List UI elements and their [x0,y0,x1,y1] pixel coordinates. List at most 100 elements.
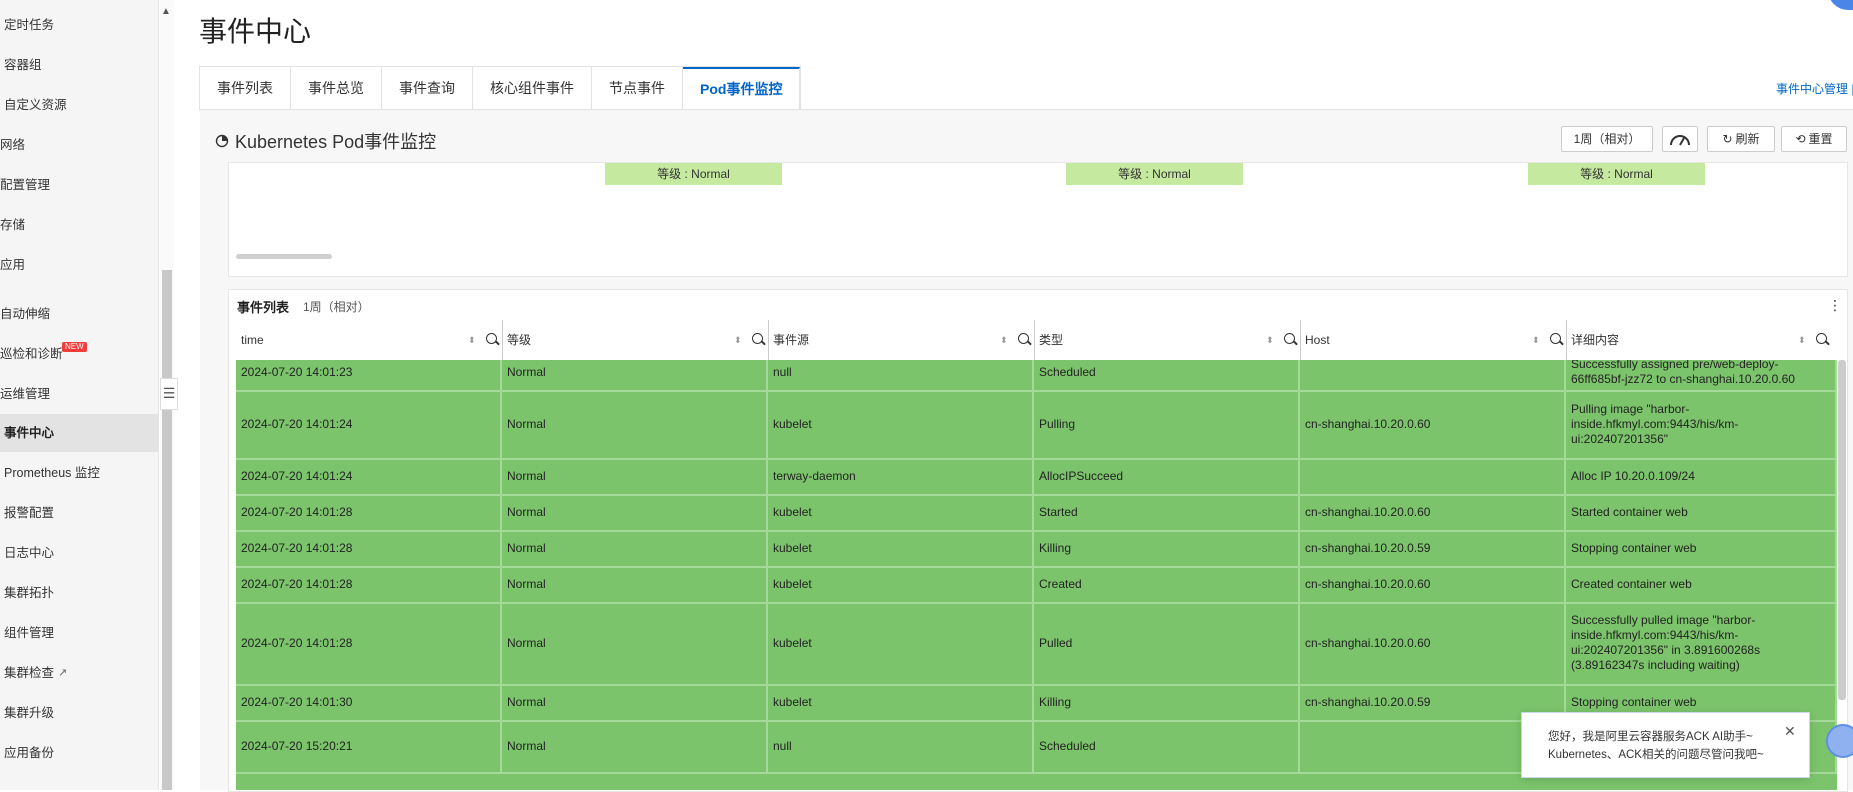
event-table-range: 1周（相对） [303,300,370,314]
tab-core-component-events[interactable]: 核心组件事件 [473,67,592,110]
cell-host: cn-shanghai.10.20.0.59 [1300,530,1566,566]
sidebar-item-prometheus[interactable]: Prometheus 监控 [0,454,158,492]
sidebar-item-cronjobs[interactable]: 定时任务 [0,6,158,44]
search-icon[interactable] [1816,333,1827,344]
sidebar-item-topology[interactable]: 集群拓扑 [0,574,158,612]
sidebar-item-label: 应用备份 [4,746,55,760]
sort-icon[interactable]: ⬍ [1798,320,1806,360]
cell-time-text: 2024-07-20 14:01:28 [241,541,353,555]
table-row[interactable]: 2024-07-20 14:01:28 Normal kubelet Killing c… [236,530,1837,568]
cell-level: Normal [502,530,768,566]
sort-icon[interactable]: ⬍ [1266,320,1274,360]
tab-event-list[interactable]: 事件列表 [200,67,291,110]
search-icon[interactable] [486,333,497,344]
refresh-button[interactable]: ↻ 刷新 [1707,126,1775,152]
cell-type: Killing [1034,530,1300,566]
table-row[interactable]: 2024-07-20 14:01:28 Normal kubelet Created c… [236,566,1837,604]
pie-chart-icon [215,134,229,148]
sort-icon[interactable]: ⬍ [468,320,476,360]
sidebar-item-autoscaling[interactable]: 自动伸缩 [0,295,158,333]
search-icon[interactable] [1284,333,1295,344]
column-header-time[interactable]: time ⬍ [236,320,503,360]
sidebar-collapse-icon[interactable]: ☰ [160,378,178,410]
close-icon[interactable]: ✕ [1784,723,1796,740]
cell-source-text: kubelet [773,636,812,650]
sidebar-item-storage[interactable]: 存储 [0,206,158,244]
sidebar-item-upgrade[interactable]: 集群升级 [0,694,158,732]
chart-horizontal-scrollbar[interactable] [236,254,332,259]
cell-source: kubelet [768,684,1034,720]
sort-icon[interactable]: ⬍ [1532,320,1540,360]
refresh-label: 刷新 [1735,132,1760,146]
search-icon[interactable] [1550,333,1561,344]
cell-detail: Created container web [1566,566,1837,602]
column-header-level[interactable]: 等级 ⬍ [502,320,769,360]
cell-level-text: Normal [507,636,546,650]
table-header: time ⬍ 等级 ⬍ 事件源 ⬍ 类型 ⬍ Host ⬍ 详细内容 ⬍ [236,320,1837,361]
table-vertical-scrollbar[interactable] [1838,360,1846,700]
tab-event-overview[interactable]: 事件总览 [291,67,382,110]
sidebar-item-label: 事件中心 [4,426,55,440]
sidebar-item-crd[interactable]: 自定义资源 [0,86,158,124]
reset-button[interactable]: ⟲ 重置 [1781,126,1847,152]
cell-detail: Stopping container web [1566,530,1837,566]
cell-level: Normal [502,390,768,458]
sidebar-item-label: 集群拓扑 [4,586,55,600]
table-row[interactable]: 2024-07-20 14:01:24 Normal kubelet Pulling c… [236,390,1837,460]
column-header-detail[interactable]: 详细内容 ⬍ [1566,320,1837,360]
sidebar-item-label: 组件管理 [4,626,55,640]
cell-time-text: 2024-07-20 14:01:24 [241,417,353,431]
cell-type: Pulled [1034,602,1300,684]
ai-assistant-avatar-icon[interactable] [1826,724,1853,758]
column-header-source[interactable]: 事件源 ⬍ [768,320,1035,360]
cell-level: Normal [502,494,768,530]
cell-type-text: Created [1039,577,1082,591]
sidebar-item-backup[interactable]: 应用备份 [0,734,158,772]
event-center-manage-link[interactable]: 事件中心管理 | [1776,80,1853,97]
sort-icon[interactable]: ⬍ [1000,320,1008,360]
table-row[interactable]: 2024-07-20 14:01:28 Normal kubelet Started c… [236,494,1837,532]
time-range-button[interactable]: 1周（相对） [1561,126,1653,152]
sort-icon[interactable]: ⬍ [734,320,742,360]
scroll-up-arrow-icon[interactable]: ▲ [161,6,171,17]
sidebar-item-cluster-check[interactable]: 集群检查 ↗ [0,654,158,692]
cell-host: cn-shanghai.10.20.0.60 [1300,602,1566,684]
cell-time-text: 2024-07-20 14:01:28 [241,505,353,519]
column-header-host[interactable]: Host ⬍ [1300,320,1567,360]
sidebar-item-config[interactable]: 配置管理 [0,166,158,204]
sidebar-item-alerts[interactable]: 报警配置 [0,494,158,532]
history-icon: ⟲ [1795,132,1806,146]
sidebar-item-pods[interactable]: 容器组 [0,46,158,84]
cell-host-text: cn-shanghai.10.20.0.60 [1305,505,1431,519]
sidebar-item-label: 日志中心 [4,546,55,560]
table-row[interactable]: 2024-07-20 14:01:24 Normal terway-daemon Al… [236,458,1837,496]
table-row[interactable]: 2024-07-20 14:01:23 Normal null Scheduled Su… [236,360,1837,392]
search-icon[interactable] [752,333,763,344]
cell-source-text: null [773,739,792,753]
external-link-icon: ↗ [58,667,68,679]
table-row[interactable]: 2024-07-20 14:01:28 Normal kubelet Pulled cn… [236,602,1837,686]
ai-assistant-popup: 您好，我是阿里云容器服务ACK AI助手~ Kubernetes、ACK相关的问… [1521,712,1810,778]
tab-node-events[interactable]: 节点事件 [592,67,683,110]
level-tag: 等级 : Normal [605,163,782,185]
auto-refresh-button[interactable] [1662,126,1698,152]
cell-source: null [768,360,1034,390]
sidebar-item-ops[interactable]: 运维管理 [0,375,158,413]
search-icon[interactable] [1018,333,1029,344]
more-options-icon[interactable]: ⋮ [1828,297,1842,314]
sidebar-item-event-center[interactable]: 事件中心 [0,414,158,452]
tab-pod-event-monitor[interactable]: Pod事件监控 [683,67,801,112]
sidebar-item-inspection[interactable]: 巡检和诊断 NEW [0,335,158,373]
sidebar-item-network[interactable]: 网络 [0,126,158,164]
assistant-hint: Kubernetes、ACK相关的问题尽管问我吧~ [1548,749,1764,761]
sidebar-scrollbar-thumb[interactable] [162,270,172,790]
cell-level-text: Normal [507,417,546,431]
column-header-type[interactable]: 类型 ⬍ [1034,320,1301,360]
sidebar-item-components[interactable]: 组件管理 [0,614,158,652]
tab-event-query[interactable]: 事件查询 [382,67,473,110]
sidebar-item-logs[interactable]: 日志中心 [0,534,158,572]
sidebar-item-label: 定时任务 [4,18,55,32]
reset-label: 重置 [1808,132,1833,146]
sidebar-item-apps[interactable]: 应用 [0,246,158,284]
cell-source-text: kubelet [773,695,812,709]
